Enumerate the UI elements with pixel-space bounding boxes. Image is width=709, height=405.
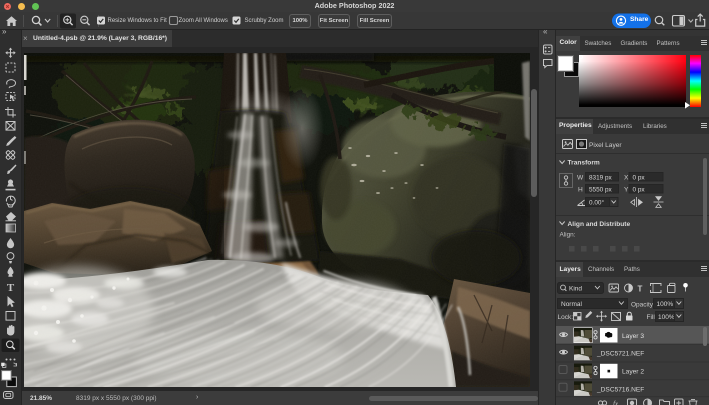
svg-text:Layer 2: Layer 2 — [622, 369, 644, 376]
svg-text:_DSC5716.NEF: _DSC5716.NEF — [596, 386, 644, 393]
svg-text:Transform: Transform — [567, 160, 599, 167]
svg-text:Normal: Normal — [561, 301, 583, 308]
svg-text:8319 px: 8319 px — [589, 174, 613, 181]
svg-text:100%: 100% — [656, 301, 673, 308]
svg-text:100%: 100% — [658, 314, 675, 321]
svg-text:Pixel Layer: Pixel Layer — [589, 142, 622, 149]
svg-text:Align and Distribute: Align and Distribute — [567, 221, 630, 228]
svg-text:fx: fx — [613, 400, 619, 405]
svg-text:W: W — [577, 175, 584, 182]
svg-text:Opacity:: Opacity: — [631, 301, 655, 308]
svg-text:5550 px: 5550 px — [589, 186, 613, 193]
svg-text:Kind: Kind — [569, 286, 582, 293]
svg-text:T: T — [7, 282, 15, 294]
svg-text:X: X — [624, 175, 629, 182]
svg-text:Lock:: Lock: — [557, 314, 573, 321]
svg-text:H: H — [578, 187, 583, 194]
svg-text:T: T — [637, 284, 642, 293]
svg-text:_DSC5721.NEF: _DSC5721.NEF — [596, 351, 644, 358]
svg-text:0 px: 0 px — [632, 174, 645, 181]
svg-text:Align:: Align: — [559, 232, 575, 239]
svg-text:0.00°: 0.00° — [589, 199, 604, 207]
svg-text:Layer 3: Layer 3 — [622, 333, 644, 340]
svg-text:0 px: 0 px — [632, 186, 645, 193]
svg-text:Y: Y — [624, 187, 629, 194]
